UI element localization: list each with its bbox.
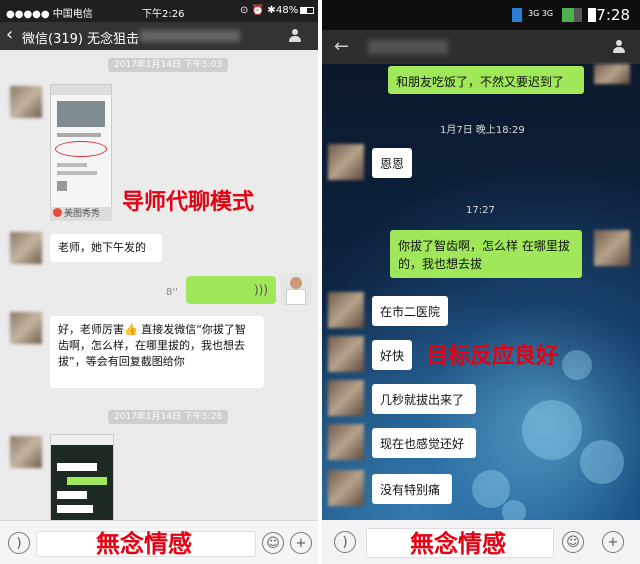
message-bubble[interactable]: 好，老师厉害👍 直接发微信“你拔了智齿啊，怎么样，在哪里拔的，我也想去拔”，等会…	[50, 316, 264, 388]
bokeh-circle	[522, 400, 582, 460]
message-bubble[interactable]: 现在也感觉还好	[372, 428, 476, 458]
message-bubble[interactable]: 老师，她下午发的	[50, 234, 162, 262]
message-bubble[interactable]: 在市二医院	[372, 296, 448, 326]
message-bubble[interactable]: 你拔了智齿啊，怎么样 在哪里拔的，我也想去拔	[390, 230, 582, 278]
network-label: 3G 3G	[528, 9, 554, 18]
battery-icon	[300, 7, 314, 14]
avatar[interactable]	[328, 292, 364, 328]
message-bubble[interactable]: 恩恩	[372, 148, 412, 178]
status-icons: ⊙ ⏰ ✱	[240, 5, 276, 16]
voice-icon[interactable]: )	[334, 531, 356, 553]
voice-message-bubble[interactable]: )))	[186, 276, 276, 304]
profile-icon[interactable]	[612, 40, 626, 54]
voice-wave-icon: )))	[253, 283, 268, 297]
bokeh-circle	[580, 440, 624, 484]
message-bubble[interactable]: 好快	[372, 340, 412, 370]
avatar[interactable]	[10, 436, 42, 468]
voice-duration: 8''	[166, 287, 178, 298]
timestamp: 1月7日 晚上18:29	[440, 125, 525, 136]
message-bubble[interactable]: 几秒就拔出来了	[372, 384, 476, 414]
left-chat-screenshot: ●●●●● 中国电信 下午2:26 ⊙ ⏰ ✱ 48% ‹ 微信(319) 无念…	[0, 0, 318, 564]
avatar[interactable]	[280, 273, 312, 305]
watermark: 無念情感	[410, 530, 506, 558]
avatar[interactable]	[594, 230, 630, 266]
battery-percent: 48%	[276, 5, 299, 16]
chat-header: ←	[322, 30, 640, 64]
image-message[interactable]	[50, 434, 114, 524]
chat-title: 微信(319) 无念狙击	[22, 32, 140, 47]
avatar[interactable]	[328, 380, 364, 416]
avatar[interactable]	[10, 86, 42, 118]
android-status-bar: 3G 3G 17:28	[322, 0, 640, 30]
timestamp: 17:27	[466, 205, 495, 216]
message-bubble[interactable]: 没有特别痛	[372, 474, 452, 504]
avatar[interactable]	[328, 144, 364, 180]
avatar[interactable]	[328, 336, 364, 372]
meitu-logo-icon	[53, 208, 62, 217]
bokeh-circle	[562, 350, 592, 380]
avatar[interactable]	[594, 64, 630, 84]
blurred-name	[140, 30, 240, 42]
plus-icon[interactable]: +	[290, 532, 312, 554]
sim-icon	[512, 8, 522, 22]
emoji-icon[interactable]: ☺	[562, 531, 584, 553]
right-chat-screenshot: 3G 3G 17:28 ← 和朋友吃饭了，不然又要迟到了 1月7日 晚上18:2…	[322, 0, 640, 564]
wechat-header: ‹ 微信(319) 无念狙击	[0, 22, 318, 50]
message-bubble[interactable]: 和朋友吃饭了，不然又要迟到了	[388, 66, 584, 94]
blurred-name	[368, 40, 448, 54]
timestamp: 2017年1月14日 下午5:03	[108, 58, 229, 72]
image-message[interactable]	[50, 84, 112, 208]
plus-icon[interactable]: +	[602, 531, 624, 553]
status-time: 17:28	[586, 6, 630, 24]
back-arrow-icon[interactable]: ←	[334, 36, 349, 57]
timestamp: 2017年1月14日 下午5:28	[108, 410, 229, 424]
profile-icon[interactable]	[288, 29, 302, 43]
reaction-label-overlay: 目标反应良好	[426, 344, 559, 369]
carrier-label: ●●●●● 中国电信	[6, 9, 93, 20]
watermark: 無念情感	[96, 530, 192, 558]
signal-icon	[562, 8, 582, 22]
emoji-icon[interactable]: ☺	[262, 532, 284, 554]
mode-label-overlay: 导师代聊模式	[122, 190, 255, 215]
bokeh-circle	[472, 470, 510, 508]
ios-status-bar: ●●●●● 中国电信 下午2:26 ⊙ ⏰ ✱ 48%	[0, 0, 318, 22]
avatar[interactable]	[328, 424, 364, 460]
avatar[interactable]	[10, 312, 42, 344]
status-time: 下午2:26	[142, 9, 185, 20]
avatar[interactable]	[328, 470, 364, 506]
voice-icon[interactable]: )	[8, 532, 30, 554]
avatar[interactable]	[10, 232, 42, 264]
image-caption: 美图秀秀	[50, 207, 112, 221]
back-chevron-icon[interactable]: ‹	[6, 24, 13, 46]
